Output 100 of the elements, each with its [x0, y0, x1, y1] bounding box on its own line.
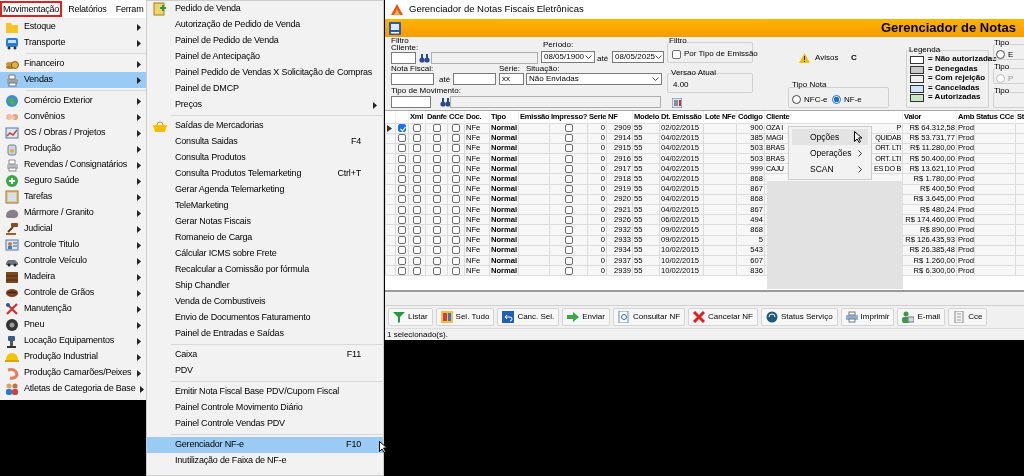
menu-item[interactable]: Ferram: [112, 1, 147, 17]
checkbox[interactable]: [432, 256, 441, 265]
checkbox[interactable]: [564, 205, 573, 214]
checkbox[interactable]: [398, 236, 406, 245]
checkbox[interactable]: [452, 266, 460, 275]
menu-item[interactable]: Emitir Nota Fiscal Base PDV/Cupom Fiscal: [147, 384, 383, 400]
checkbox[interactable]: [452, 175, 460, 184]
checkbox[interactable]: [564, 225, 573, 234]
checkbox[interactable]: [672, 50, 681, 59]
toolbar-button[interactable]: Imprimir: [840, 308, 895, 326]
checkbox[interactable]: [398, 256, 406, 265]
checkbox[interactable]: [413, 164, 421, 173]
checkbox[interactable]: [432, 195, 441, 204]
menu-item[interactable]: Gerenciador NF-e F10: [147, 437, 383, 453]
checkbox[interactable]: [452, 246, 460, 255]
checkbox[interactable]: [432, 225, 441, 234]
input-field[interactable]: [453, 73, 496, 85]
checkbox[interactable]: [432, 236, 441, 245]
radio-button[interactable]: [832, 95, 841, 104]
checkbox[interactable]: [432, 246, 441, 255]
checkbox[interactable]: [564, 266, 573, 275]
menu-item[interactable]: SCAN: [792, 161, 868, 177]
menu-item[interactable]: Judicial: [0, 221, 147, 237]
menu-item[interactable]: TeleMarketing: [147, 198, 383, 214]
menu-item[interactable]: Produção Industrial: [0, 349, 147, 365]
toolbar-button[interactable]: Cancelar NF: [688, 308, 758, 326]
menu-item[interactable]: Painel de Entradas e Saídas: [147, 326, 383, 342]
menu-item[interactable]: Romaneio de Carga: [147, 230, 383, 246]
menu-item[interactable]: Comércio Exterior: [0, 93, 147, 109]
toolbar-button[interactable]: Enviar: [562, 308, 610, 326]
checkbox[interactable]: [413, 246, 421, 255]
checkbox[interactable]: [413, 144, 421, 153]
checkbox[interactable]: [413, 256, 421, 265]
menu-item[interactable]: Cálcular ICMS sobre Frete: [147, 246, 383, 262]
menu-item[interactable]: Caixa F11: [147, 347, 383, 363]
menu-item[interactable]: Painel Controle Vendas PDV: [147, 416, 383, 432]
dropdown[interactable]: 08/05/1900: [541, 51, 595, 63]
menu-item[interactable]: Painel Controle Movimento Diário: [147, 400, 383, 416]
menu-item[interactable]: Consulta Produtos: [147, 150, 383, 166]
checkbox[interactable]: [432, 205, 441, 214]
dropdown[interactable]: 08/05/2025: [612, 51, 664, 63]
checkbox[interactable]: [413, 225, 421, 234]
toolbar-button[interactable]: Sel. Tudo: [435, 308, 495, 326]
checkbox[interactable]: [564, 185, 573, 194]
checkbox[interactable]: [413, 185, 421, 194]
input-field[interactable]: xx: [499, 73, 524, 85]
menu-item[interactable]: Recalcular a Comissão por fórmula: [147, 262, 383, 278]
menu-item[interactable]: Produção: [0, 141, 147, 157]
checkbox[interactable]: [413, 124, 421, 133]
toolbar-button[interactable]: Canc. Sel.: [497, 308, 560, 326]
checkbox[interactable]: [413, 266, 421, 275]
checkbox[interactable]: [564, 256, 573, 265]
menu-item[interactable]: Saídas de Mercadorias: [147, 118, 383, 134]
menu-item[interactable]: Relatórios: [65, 1, 110, 17]
checkbox[interactable]: [432, 154, 441, 163]
menu-item[interactable]: Seguro Saúde: [0, 173, 147, 189]
checkbox[interactable]: [564, 154, 573, 163]
checkbox[interactable]: [398, 215, 406, 224]
menu-item[interactable]: Vendas: [0, 72, 147, 88]
checkbox[interactable]: [432, 266, 441, 275]
toolbar-button[interactable]: Status Serviço: [761, 308, 838, 326]
toolbar-button[interactable]: Listar: [388, 308, 433, 326]
menu-item[interactable]: Tarefas: [0, 189, 147, 205]
menu-item[interactable]: Controle Veículo: [0, 253, 147, 269]
checkbox[interactable]: [564, 215, 573, 224]
menu-item[interactable]: Pneu: [0, 317, 147, 333]
menu-item[interactable]: Preços: [147, 97, 383, 113]
menu-item[interactable]: Operações: [792, 145, 868, 161]
input-field[interactable]: [391, 73, 434, 85]
dropdown[interactable]: Não Enviadas: [526, 73, 662, 85]
checkbox[interactable]: [413, 134, 421, 143]
checkbox[interactable]: [564, 144, 573, 153]
checkbox[interactable]: [398, 185, 406, 194]
input-field[interactable]: [431, 52, 538, 64]
menu-item[interactable]: PDV: [147, 363, 383, 379]
checkbox[interactable]: [452, 225, 460, 234]
checkbox[interactable]: [398, 225, 406, 234]
checkbox[interactable]: [452, 256, 460, 265]
checkbox[interactable]: [452, 124, 460, 133]
menu-item[interactable]: Locação Equipamentos: [0, 333, 147, 349]
toolbar-button[interactable]: E-mail: [897, 308, 946, 326]
checkbox[interactable]: [413, 154, 421, 163]
menu-item[interactable]: Gerar Agenda Telemarketing: [147, 182, 383, 198]
menu-item[interactable]: Movimentação: [0, 1, 63, 17]
toolbar-button[interactable]: Consultar NF: [612, 308, 686, 326]
checkbox[interactable]: [452, 134, 460, 143]
menu-item[interactable]: Gerar Notas Fiscais: [147, 214, 383, 230]
menu-item[interactable]: Pedido de Venda: [147, 1, 383, 17]
checkbox[interactable]: [398, 195, 406, 204]
checkbox[interactable]: [452, 215, 460, 224]
checkbox[interactable]: [452, 144, 460, 153]
checkbox[interactable]: [398, 134, 406, 143]
checkbox[interactable]: [398, 175, 406, 184]
menu-item[interactable]: OS / Obras / Projetos: [0, 125, 147, 141]
checkbox[interactable]: [452, 195, 460, 204]
checkbox[interactable]: [432, 144, 441, 153]
menu-item[interactable]: Manutenção: [0, 301, 147, 317]
checkbox[interactable]: [432, 134, 441, 143]
checkbox[interactable]: [564, 134, 573, 143]
menu-item[interactable]: Convênios: [0, 109, 147, 125]
